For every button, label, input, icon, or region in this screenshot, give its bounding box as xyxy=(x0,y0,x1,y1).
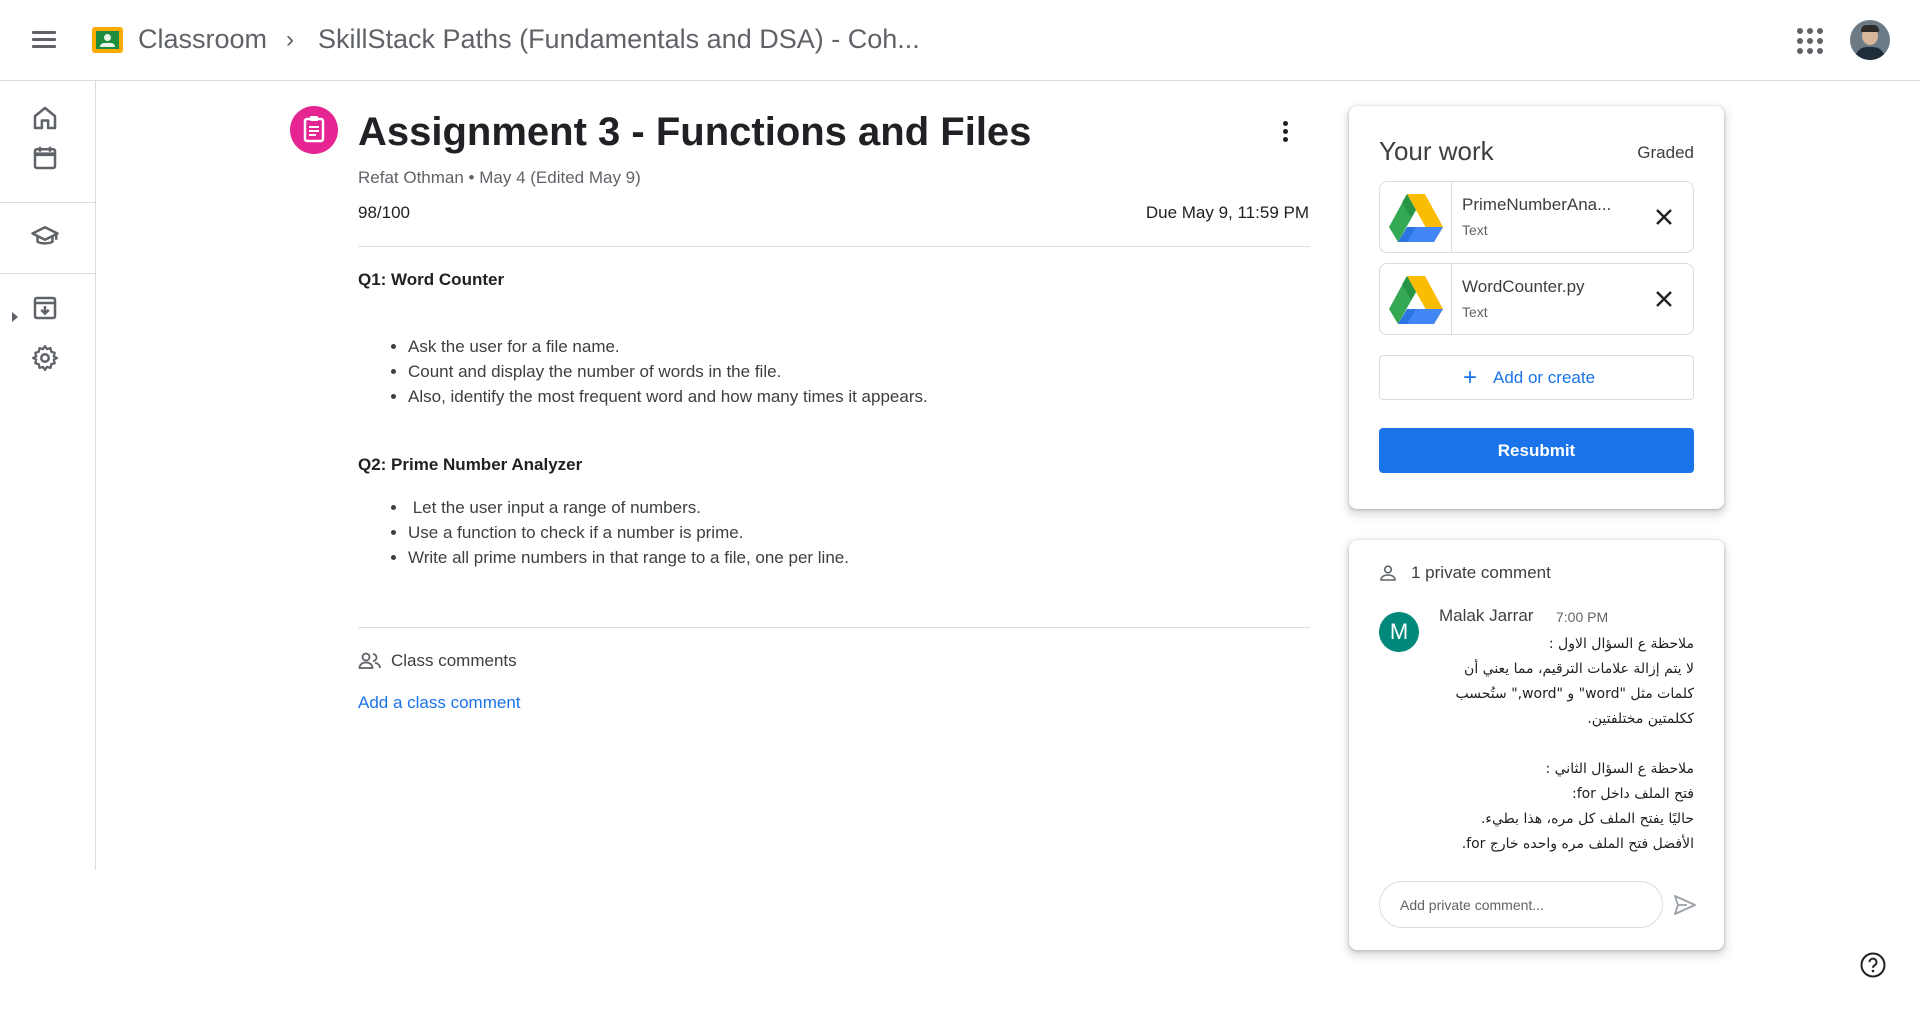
status-badge: Graded xyxy=(1637,143,1694,162)
comment-body: ملاحظة ع السؤال الاول : لا يتم إزالة علا… xyxy=(1439,632,1694,857)
comment-line: حاليًا يفتح الملف كل مره، هذا بطيء. xyxy=(1480,811,1694,827)
app-title[interactable]: Classroom xyxy=(138,24,267,55)
expand-caret-icon[interactable] xyxy=(12,312,18,322)
divider xyxy=(358,627,1310,628)
list-item: Also, identify the most frequent word an… xyxy=(408,384,928,409)
menu-icon[interactable] xyxy=(28,28,62,52)
assignment-meta: Refat Othman • May 4 (Edited May 9) xyxy=(358,168,641,188)
private-comments-count: 1 private comment xyxy=(1411,563,1551,582)
list-item: Write all prime numbers in that range to… xyxy=(408,545,849,570)
plus-icon: + xyxy=(1463,364,1478,391)
user-avatar[interactable] xyxy=(1850,20,1890,60)
close-icon[interactable] xyxy=(1653,206,1675,228)
question-items: Ask the user for a file name. Count and … xyxy=(408,334,928,409)
attachment-card[interactable]: WordCounter.py Text xyxy=(1379,263,1694,335)
resubmit-button[interactable]: Resubmit xyxy=(1379,428,1694,473)
google-drive-icon xyxy=(1380,264,1452,334)
comment-line: لا يتم إزالة علامات الترقيم، مما يعني أن xyxy=(1464,661,1694,677)
comment-line: كلمات مثل "word" و "word," ستُحسب xyxy=(1455,686,1694,702)
list-item: Use a function to check if a number is p… xyxy=(408,520,849,545)
question-title: Q2: Prime Number Analyzer xyxy=(358,455,583,474)
people-icon xyxy=(358,650,382,672)
calendar-icon[interactable] xyxy=(30,143,60,173)
assignment-posted-date: May 4 (Edited May 9) xyxy=(479,168,641,187)
more-vert-icon[interactable] xyxy=(1275,118,1295,148)
comment-time: 7:00 PM xyxy=(1556,609,1609,625)
rail-divider xyxy=(0,273,95,274)
list-item: Ask the user for a file name. xyxy=(408,334,928,359)
school-hat-icon[interactable] xyxy=(30,221,60,251)
breadcrumb-chevron-icon: › xyxy=(286,26,294,53)
comment-line: فتح الملف داخل for: xyxy=(1571,786,1694,802)
left-nav-rail xyxy=(0,81,96,870)
archive-download-icon[interactable] xyxy=(30,293,60,323)
add-or-create-label: Add or create xyxy=(1493,368,1596,387)
attachment-type: Text xyxy=(1462,222,1488,238)
assignment-title: Assignment 3 - Functions and Files xyxy=(358,110,1032,154)
top-bar: Classroom › SkillStack Paths (Fundamenta… xyxy=(0,0,1920,81)
add-or-create-button[interactable]: + Add or create xyxy=(1379,355,1694,400)
comment-author: Malak Jarrar xyxy=(1439,606,1534,625)
close-icon[interactable] xyxy=(1653,288,1675,310)
google-drive-icon xyxy=(1380,182,1452,252)
private-comments-card: 1 private comment M Malak Jarrar 7:00 PM… xyxy=(1349,540,1724,950)
question-items: Let the user input a range of numbers. U… xyxy=(408,495,849,570)
comment-line xyxy=(1439,732,1694,757)
assignment-clipboard-icon xyxy=(290,106,338,154)
private-comment-input[interactable] xyxy=(1379,881,1663,928)
comment-line: ملاحظة ع السؤال الاول : xyxy=(1548,636,1694,652)
person-icon xyxy=(1379,564,1397,582)
your-work-title: Your work xyxy=(1379,136,1494,166)
class-comments-title: Class comments xyxy=(391,651,517,670)
your-work-card: Your work Graded PrimeNumberAna... Text … xyxy=(1349,106,1724,509)
question-title: Q1: Word Counter xyxy=(358,270,505,289)
attachment-type: Text xyxy=(1462,304,1488,320)
comment-line: الأفضل فتح الملف مره واحده خارج for. xyxy=(1461,836,1694,852)
google-apps-icon[interactable] xyxy=(1797,28,1823,54)
gear-icon[interactable] xyxy=(30,343,60,373)
add-class-comment-link[interactable]: Add a class comment xyxy=(358,693,521,713)
comment-line: ككلمتين مختلفتين. xyxy=(1587,711,1694,727)
divider xyxy=(358,246,1310,247)
course-title[interactable]: SkillStack Paths (Fundamentals and DSA) … xyxy=(318,24,920,55)
assignment-grade: 98/100 xyxy=(358,203,410,222)
attachment-name: WordCounter.py xyxy=(1462,277,1585,296)
attachment-card[interactable]: PrimeNumberAna... Text xyxy=(1379,181,1694,253)
classroom-logo[interactable] xyxy=(92,27,123,53)
list-item: Count and display the number of words in… xyxy=(408,359,928,384)
home-icon[interactable] xyxy=(30,103,60,133)
comment-line: ملاحظة ع السؤال الثاني : xyxy=(1545,761,1694,777)
assignment-due-date: Due May 9, 11:59 PM xyxy=(1145,203,1309,222)
attachment-name: PrimeNumberAna... xyxy=(1462,195,1612,214)
list-item: Let the user input a range of numbers. xyxy=(408,495,849,520)
meta-separator: • xyxy=(463,168,480,187)
help-icon[interactable] xyxy=(1859,951,1887,979)
send-icon[interactable] xyxy=(1672,892,1698,918)
avatar: M xyxy=(1379,612,1419,652)
rail-divider xyxy=(0,202,95,203)
assignment-author: Refat Othman xyxy=(358,168,464,187)
